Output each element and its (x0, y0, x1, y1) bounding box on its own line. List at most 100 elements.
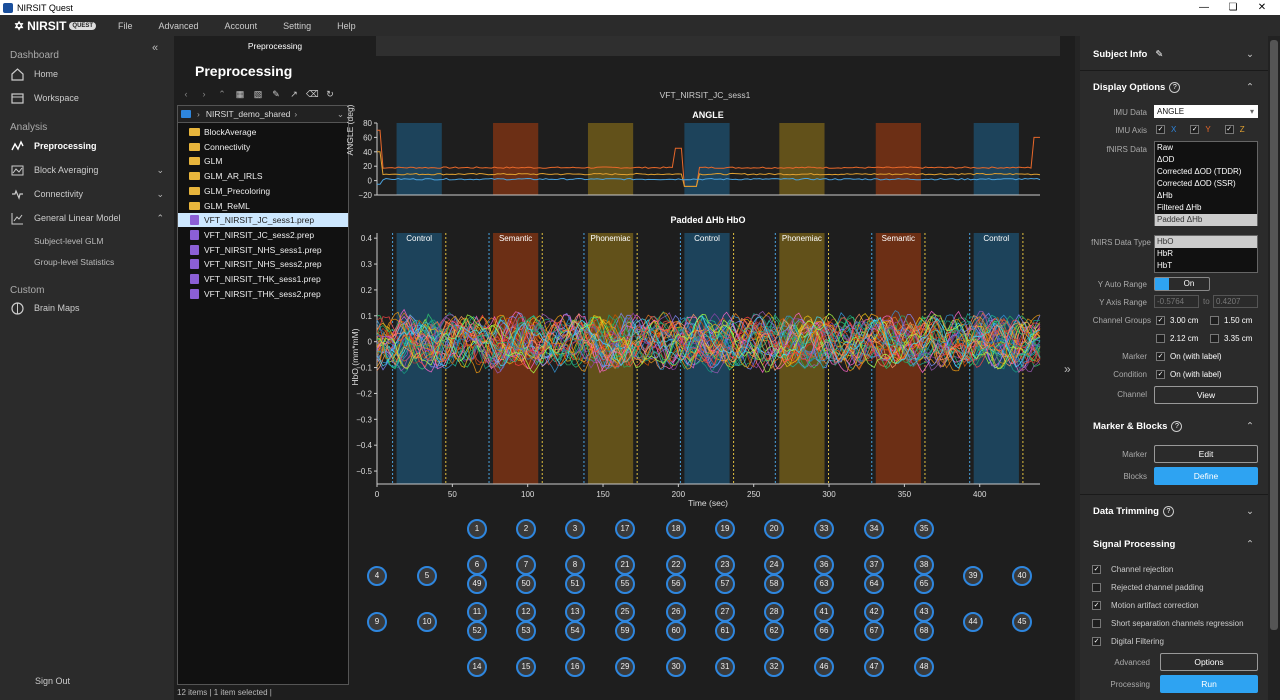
channel-button[interactable]: 6 (467, 555, 487, 575)
channel-button[interactable]: 43 (914, 602, 934, 622)
channel-button[interactable]: 57 (715, 574, 735, 594)
delete-icon[interactable]: ⌫ (306, 89, 319, 100)
channel-button[interactable]: 49 (467, 574, 487, 594)
channel-button[interactable]: 5 (417, 566, 437, 586)
channel-button[interactable]: 21 (615, 555, 635, 575)
group-3cm[interactable]: ✓ 3.00 cm (1156, 316, 1198, 325)
subject-info-header[interactable]: Subject Info ✎ ⌄ (1080, 38, 1268, 70)
group-1-5cm[interactable]: 1.50 cm (1210, 316, 1252, 325)
channel-button[interactable]: 48 (914, 657, 934, 677)
channel-button[interactable]: 44 (963, 612, 983, 632)
checkbox[interactable]: ✓ (1156, 316, 1165, 325)
close-icon[interactable]: ✕ (1248, 0, 1276, 15)
channel-button[interactable]: 7 (516, 555, 536, 575)
sidebar-item-subject-glm[interactable]: Subject-level GLM (34, 236, 103, 246)
channel-button[interactable]: 14 (467, 657, 487, 677)
minimize-icon[interactable]: — (1190, 0, 1218, 15)
channel-button[interactable]: 32 (764, 657, 784, 677)
channel-button[interactable]: 65 (914, 574, 934, 594)
checkbox[interactable]: ✓ (1156, 352, 1165, 361)
channel-button[interactable]: 40 (1012, 566, 1032, 586)
fnirs-option[interactable]: Corrected ΔOD (SSR) (1155, 178, 1257, 190)
sp-rejected-padding[interactable]: Rejected channel padding (1092, 583, 1204, 592)
channel-button[interactable]: 56 (666, 574, 686, 594)
marker-option[interactable]: ✓ On (with label) (1156, 352, 1222, 361)
channel-button[interactable]: 54 (565, 621, 585, 641)
file-item[interactable]: VFT_NIRSIT_NHS_sess2.prep (178, 257, 348, 271)
fnirs-type-option[interactable]: HbR (1155, 248, 1257, 260)
checkbox[interactable] (1092, 583, 1101, 592)
help-icon[interactable]: ? (1163, 505, 1174, 517)
fnirs-option[interactable]: Filtered ΔHb (1155, 202, 1257, 214)
channel-button[interactable]: 68 (914, 621, 934, 641)
folder-item[interactable]: GLM_ReML (178, 199, 348, 213)
path-dropdown-icon[interactable]: ⌄ (337, 109, 344, 120)
channel-button[interactable]: 64 (864, 574, 884, 594)
axis-y-checkbox[interactable]: ✓ (1190, 125, 1200, 134)
channel-button[interactable]: 15 (516, 657, 536, 677)
channel-button[interactable]: 24 (764, 555, 784, 575)
channel-button[interactable]: 20 (764, 519, 784, 539)
channel-button[interactable]: 34 (864, 519, 884, 539)
channel-button[interactable]: 17 (615, 519, 635, 539)
channel-button[interactable]: 66 (814, 621, 834, 641)
sp-motion-correction[interactable]: ✓ Motion artifact correction (1092, 601, 1199, 610)
folder-item[interactable]: GLM (178, 154, 348, 168)
channel-button[interactable]: 16 (565, 657, 585, 677)
channel-button[interactable]: 30 (666, 657, 686, 677)
sidebar-item-block-averaging[interactable]: Block Averaging ⌄ (0, 159, 174, 181)
sp-channel-rejection[interactable]: ✓ Channel rejection (1092, 565, 1173, 574)
channel-button[interactable]: 10 (417, 612, 437, 632)
display-options-header[interactable]: Display Options ? ⌃ (1080, 71, 1268, 103)
sidebar-item-glm[interactable]: General Linear Model ⌃ (0, 207, 174, 229)
condition-option[interactable]: ✓ On (with label) (1156, 370, 1222, 379)
folder-item[interactable]: Connectivity (178, 140, 348, 154)
y-max-input[interactable]: 0.4207 (1213, 295, 1258, 308)
channel-button[interactable]: 26 (666, 602, 686, 622)
channel-button[interactable]: 29 (615, 657, 635, 677)
channel-button[interactable]: 12 (516, 602, 536, 622)
channel-button[interactable]: 42 (864, 602, 884, 622)
fnirs-option[interactable]: ΔHb (1155, 190, 1257, 202)
checkbox[interactable] (1092, 619, 1101, 628)
sign-out-button[interactable]: Sign Out (35, 676, 70, 686)
define-blocks-button[interactable]: Define (1154, 467, 1258, 485)
channel-button[interactable]: 35 (914, 519, 934, 539)
channel-button[interactable]: 52 (467, 621, 487, 641)
channel-button[interactable]: 62 (764, 621, 784, 641)
angle-chart[interactable]: 80 60 40 20 0 −20 (350, 118, 1050, 200)
file-item[interactable]: VFT_NIRSIT_JC_sess2.prep (178, 228, 348, 242)
checkbox[interactable] (1210, 334, 1219, 343)
channel-button[interactable]: 63 (814, 574, 834, 594)
checkbox[interactable]: ✓ (1092, 601, 1101, 610)
channel-button[interactable]: 4 (367, 566, 387, 586)
view-button[interactable]: View (1154, 386, 1258, 404)
channel-button[interactable]: 61 (715, 621, 735, 641)
menu-file[interactable]: File (118, 21, 133, 31)
back-icon[interactable]: ‹ (180, 89, 192, 100)
sidebar-item-brain-maps[interactable]: Brain Maps (0, 297, 174, 319)
expand-panel-icon[interactable]: » (1064, 362, 1071, 376)
folder-item[interactable]: GLM_AR_IRLS (178, 169, 348, 183)
help-icon[interactable]: ? (1169, 81, 1181, 93)
hbo-chart[interactable]: Control Semantic Phonemiac Control Phonemiac… (350, 228, 1050, 512)
channel-button[interactable]: 55 (615, 574, 635, 594)
channel-button[interactable]: 19 (715, 519, 735, 539)
fnirs-option[interactable]: Corrected ΔOD (TDDR) (1155, 166, 1257, 178)
signal-processing-header[interactable]: Signal Processing ⌃ (1080, 528, 1268, 560)
export-icon[interactable]: ↗ (288, 89, 300, 100)
channel-button[interactable]: 51 (565, 574, 585, 594)
channel-button[interactable]: 39 (963, 566, 983, 586)
channel-button[interactable]: 67 (864, 621, 884, 641)
channel-button[interactable]: 23 (715, 555, 735, 575)
options-button[interactable]: Options (1160, 653, 1258, 671)
channel-button[interactable]: 38 (914, 555, 934, 575)
folder-open-icon[interactable]: ▧ (252, 89, 264, 100)
y-auto-toggle[interactable]: On (1154, 277, 1210, 291)
channel-button[interactable]: 27 (715, 602, 735, 622)
forward-icon[interactable]: › (198, 89, 210, 100)
axis-z-checkbox[interactable]: ✓ (1224, 125, 1234, 134)
sidebar-item-home[interactable]: Home (0, 63, 174, 85)
marker-blocks-header[interactable]: Marker & Blocks ? ⌃ (1080, 410, 1268, 442)
sp-digital-filtering[interactable]: ✓ Digital Filtering (1092, 637, 1164, 646)
